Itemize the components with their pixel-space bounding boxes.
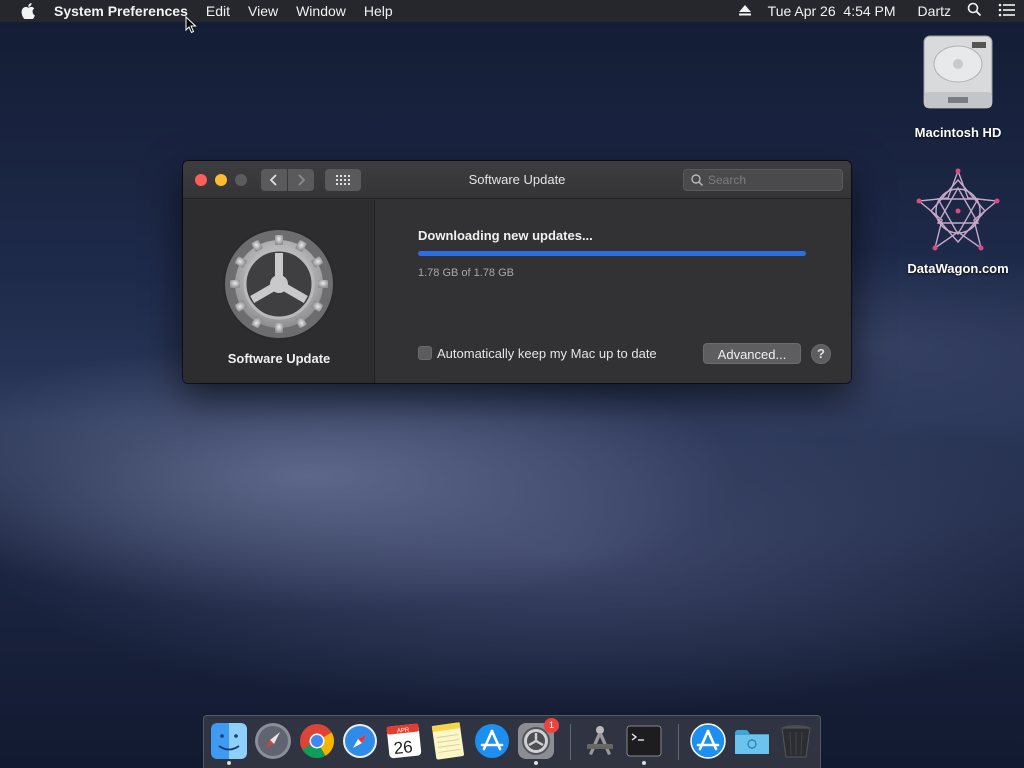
dock-system-preferences[interactable]: 1 xyxy=(517,718,559,765)
update-panel: Downloading new updates... 1.78 GB of 1.… xyxy=(376,200,851,383)
running-indicator xyxy=(227,761,231,765)
dock-terminal[interactable] xyxy=(625,722,663,765)
desktop-icon-label: DataWagon.com xyxy=(907,261,1009,276)
desktop-icon-macintosh-hd[interactable]: Macintosh HD xyxy=(903,34,1013,140)
dock-chrome[interactable] xyxy=(298,722,336,760)
progress-text: 1.78 GB of 1.78 GB xyxy=(418,267,515,279)
eject-icon[interactable] xyxy=(738,3,752,19)
hard-drive-icon xyxy=(923,35,993,109)
back-button[interactable] xyxy=(261,169,287,191)
search-input[interactable] xyxy=(708,173,838,187)
software-update-window: Software Update Search Software Update D… xyxy=(183,161,851,383)
chevron-right-icon xyxy=(298,174,306,186)
dock-downloads-folder[interactable] xyxy=(733,722,771,760)
spotlight-search-icon[interactable] xyxy=(967,2,982,20)
dock-separator xyxy=(678,724,679,760)
star-polygon-icon xyxy=(916,168,1000,251)
apple-menu-icon[interactable] xyxy=(18,0,38,22)
sidebar-title: Software Update xyxy=(227,351,331,366)
running-indicator xyxy=(534,761,538,765)
calendar-icon: APR 26 xyxy=(386,723,422,759)
chevron-left-icon xyxy=(269,174,277,186)
calipers-icon xyxy=(587,726,613,755)
dock-trash[interactable] xyxy=(777,722,815,760)
dock-finder[interactable] xyxy=(210,722,248,765)
show-all-button[interactable] xyxy=(325,169,361,191)
app-store-download-icon xyxy=(690,723,726,759)
dock-launchpad[interactable] xyxy=(254,722,292,760)
calendar-day: 26 xyxy=(393,737,414,758)
dock-separator xyxy=(570,724,571,760)
advanced-button[interactable]: Advanced... xyxy=(703,343,801,364)
menu-bar: System Preferences Edit View Window Help… xyxy=(0,0,1024,22)
help-button[interactable]: ? xyxy=(811,344,831,364)
title-bar[interactable]: Software Update xyxy=(183,161,851,199)
sidebar: Software Update xyxy=(183,200,375,383)
menubar-user[interactable]: Dartz xyxy=(918,3,951,19)
progress-fill xyxy=(418,251,806,256)
grid-icon xyxy=(336,175,350,185)
mouse-cursor-icon xyxy=(185,16,197,34)
terminal-icon xyxy=(626,725,662,757)
dock-downloads-app-store[interactable] xyxy=(689,722,727,760)
chrome-icon xyxy=(300,724,334,758)
menubar-clock[interactable]: Tue Apr 26 4:54 PM xyxy=(768,3,896,19)
menu-edit[interactable]: Edit xyxy=(197,0,239,22)
dock-notes[interactable] xyxy=(429,722,467,760)
running-indicator xyxy=(642,761,646,765)
forward-button[interactable] xyxy=(288,169,314,191)
menu-window[interactable]: Window xyxy=(287,0,355,22)
software-update-gear-icon xyxy=(223,228,335,340)
trash-icon xyxy=(781,725,811,758)
finder-icon xyxy=(211,723,247,759)
notification-center-icon[interactable] xyxy=(998,3,1016,20)
launchpad-rocket-icon xyxy=(255,723,291,759)
desktop-icon-label: Macintosh HD xyxy=(914,125,1002,140)
desktop-icon-datawagon[interactable]: DataWagon.com xyxy=(903,168,1013,276)
auto-update-label[interactable]: Automatically keep my Mac up to date xyxy=(437,346,657,361)
menu-view[interactable]: View xyxy=(239,0,287,22)
search-icon xyxy=(691,174,704,187)
folder-icon xyxy=(735,730,769,754)
dock-calendar[interactable]: APR 26 xyxy=(385,722,423,760)
dock-screenshot-tool[interactable] xyxy=(581,722,619,760)
menu-app-name[interactable]: System Preferences xyxy=(52,0,197,22)
app-store-icon xyxy=(475,724,509,758)
safari-compass-icon xyxy=(343,724,377,758)
dock-app-store[interactable] xyxy=(473,722,511,760)
auto-update-checkbox[interactable] xyxy=(418,346,432,360)
download-progress-bar xyxy=(418,251,806,256)
dock: APR 26 1 xyxy=(203,715,821,768)
status-title: Downloading new updates... xyxy=(418,228,593,243)
notification-badge: 1 xyxy=(544,718,559,733)
search-field[interactable] xyxy=(683,169,843,191)
dock-safari[interactable] xyxy=(341,722,379,760)
notes-icon xyxy=(431,722,464,760)
menu-help[interactable]: Help xyxy=(355,0,402,22)
